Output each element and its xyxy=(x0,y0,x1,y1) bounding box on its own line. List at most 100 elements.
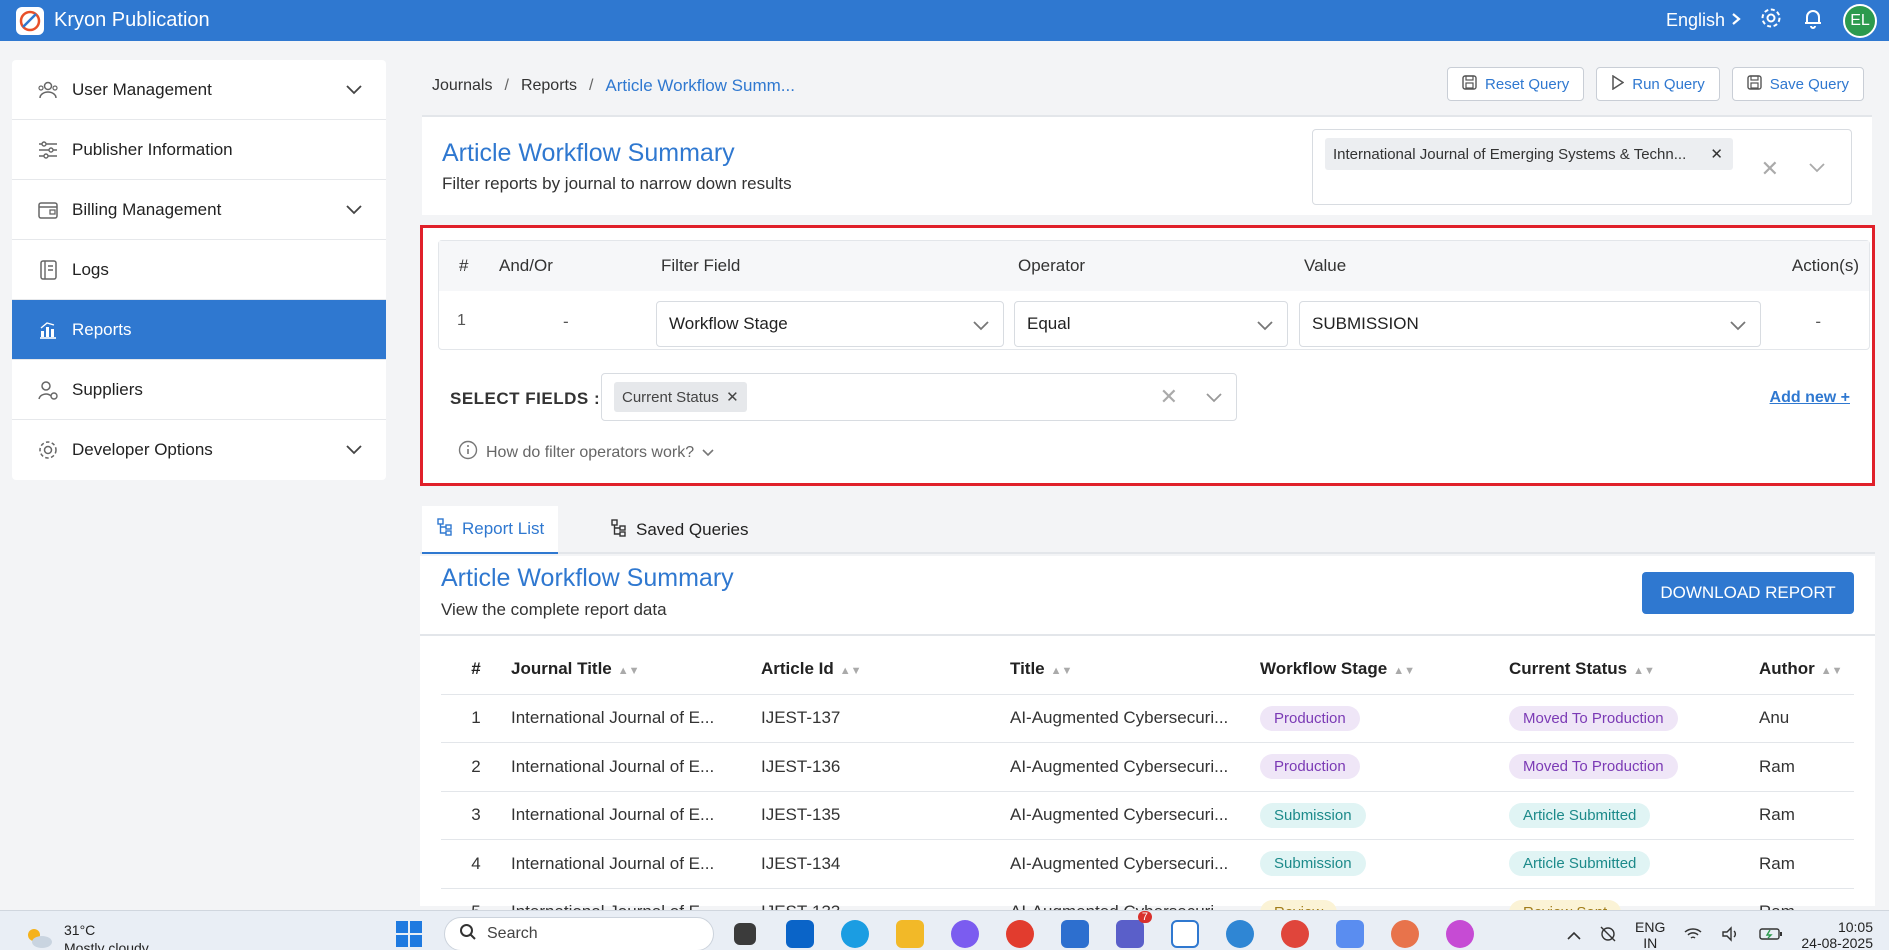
teams-icon[interactable]: 7 xyxy=(1116,911,1152,948)
table-row[interactable]: 4 International Journal of E... IJEST-13… xyxy=(441,839,1854,889)
notebook-icon xyxy=(36,258,60,282)
reset-query-button[interactable]: Reset Query xyxy=(1447,67,1585,101)
cell-author: Ram xyxy=(1759,791,1854,840)
value-dropdown[interactable]: SUBMISSION xyxy=(1299,301,1761,347)
notification-bell-icon[interactable] xyxy=(1801,6,1825,35)
location-off-icon[interactable] xyxy=(1599,925,1617,946)
clear-icon[interactable]: ✕ xyxy=(1160,384,1178,410)
sidebar-item-reports[interactable]: Reports xyxy=(12,300,386,360)
filter-table-header: # And/Or Filter Field Operator Value Act… xyxy=(439,241,1869,291)
chevron-down-icon[interactable] xyxy=(1809,158,1825,178)
chevron-down-icon xyxy=(973,316,989,336)
store-icon[interactable] xyxy=(1061,920,1089,948)
sort-icon[interactable]: ▲▼ xyxy=(840,665,862,677)
col-header-article-id[interactable]: Article Id ▲▼ xyxy=(761,644,1010,695)
copilot-app-icon[interactable] xyxy=(1336,920,1364,948)
save-query-button[interactable]: Save Query xyxy=(1731,67,1864,101)
col-header-num: # xyxy=(441,644,511,695)
run-query-button[interactable]: Run Query xyxy=(1596,67,1720,101)
report-header-card: Article Workflow Summary Filter reports … xyxy=(422,115,1872,215)
filter-field-dropdown[interactable]: Workflow Stage xyxy=(656,301,1004,347)
top-bar: Kryon Publication English EL xyxy=(0,0,1889,41)
wifi-icon[interactable] xyxy=(1683,926,1703,945)
input-language[interactable]: ENG IN xyxy=(1635,919,1665,950)
add-new-link[interactable]: Add new + xyxy=(1770,389,1850,407)
tab-report-list[interactable]: Report List xyxy=(422,506,559,554)
battery-icon[interactable] xyxy=(1759,927,1783,944)
outlook-icon[interactable] xyxy=(786,920,814,948)
sidebar-item-label: Reports xyxy=(72,319,132,339)
sidebar-item-user-management[interactable]: User Management xyxy=(12,60,386,120)
table-row[interactable]: 3 International Journal of E... IJEST-13… xyxy=(441,791,1854,840)
volume-icon[interactable] xyxy=(1721,925,1741,945)
windows-start-icon[interactable] xyxy=(396,921,422,947)
cell-journal: International Journal of E... xyxy=(511,839,761,889)
kryon-app-icon[interactable] xyxy=(1171,920,1199,948)
clock-time: 10:05 xyxy=(1837,919,1873,935)
phone-app-icon[interactable] xyxy=(1226,920,1254,948)
clear-icon[interactable]: ✕ xyxy=(1761,156,1779,182)
settings-gear-icon[interactable] xyxy=(1759,6,1783,35)
user-avatar[interactable]: EL xyxy=(1843,3,1877,38)
sort-icon[interactable]: ▲▼ xyxy=(618,665,640,677)
sidebar-item-logs[interactable]: Logs xyxy=(12,240,386,300)
cell-article-id: IJEST-135 xyxy=(761,791,1010,840)
col-header-title[interactable]: Title ▲▼ xyxy=(1010,644,1260,695)
weather-widget[interactable]: 31°C Mostly cloudy xyxy=(24,921,149,950)
sliders-icon xyxy=(36,138,60,162)
col-header-author[interactable]: Author ▲▼ xyxy=(1759,644,1854,695)
operator-dropdown[interactable]: Equal xyxy=(1014,301,1288,347)
clock[interactable]: 10:05 24-08-2025 xyxy=(1801,919,1873,950)
select-fields-label: SELECT FIELDS : xyxy=(450,389,601,408)
file-explorer-icon[interactable] xyxy=(896,920,924,948)
chevron-down-icon xyxy=(1730,316,1746,336)
cell-journal: International Journal of E... xyxy=(511,742,761,792)
sidebar-item-developer-options[interactable]: Developer Options xyxy=(12,420,386,480)
col-header-workflow-stage[interactable]: Workflow Stage ▲▼ xyxy=(1260,644,1509,695)
sidebar-item-publisher-information[interactable]: Publisher Information xyxy=(12,120,386,180)
chevron-down-icon[interactable] xyxy=(346,80,362,100)
sidebar-item-suppliers[interactable]: Suppliers xyxy=(12,360,386,420)
cell-author: Ram xyxy=(1759,742,1854,792)
chevron-down-icon[interactable] xyxy=(1206,388,1222,408)
sort-icon[interactable]: ▲▼ xyxy=(1633,665,1655,677)
breadcrumb-reports[interactable]: Reports xyxy=(521,77,577,95)
edge-browser-icon[interactable] xyxy=(841,920,869,948)
table-row[interactable]: 2 International Journal of E... IJEST-13… xyxy=(441,742,1854,792)
reset-query-label: Reset Query xyxy=(1485,75,1570,93)
journal-filter-select[interactable]: International Journal of Emerging System… xyxy=(1312,129,1852,205)
chevron-down-icon[interactable] xyxy=(346,440,362,460)
table-row[interactable]: 1 International Journal of E... IJEST-13… xyxy=(441,694,1854,743)
sparkle-app-icon[interactable] xyxy=(1391,920,1419,948)
copilot-icon[interactable] xyxy=(951,920,979,948)
cell-num: 4 xyxy=(441,839,511,889)
chip-remove-icon[interactable]: ✕ xyxy=(1710,145,1723,163)
chip-remove-icon[interactable]: ✕ xyxy=(726,388,739,406)
sort-icon[interactable]: ▲▼ xyxy=(1821,665,1843,677)
chevron-down-icon xyxy=(1257,316,1273,336)
sidebar-item-billing-management[interactable]: Billing Management xyxy=(12,180,386,240)
select-fields-input[interactable]: Current Status ✕ ✕ xyxy=(601,373,1237,421)
floppy-disk-icon xyxy=(1462,74,1477,94)
breadcrumb-separator: / xyxy=(504,77,509,94)
sidebar-item-label: Suppliers xyxy=(72,379,143,399)
taskbar-search[interactable]: Search xyxy=(444,917,714,950)
chrome-profile-icon[interactable] xyxy=(1281,920,1309,948)
chrome-profile-2-icon[interactable] xyxy=(1446,920,1474,948)
stage-badge: Submission xyxy=(1260,802,1366,828)
language-selector[interactable]: English xyxy=(1666,10,1741,31)
app-logo-icon[interactable] xyxy=(16,6,44,35)
col-header-current-status[interactable]: Current Status ▲▼ xyxy=(1509,644,1759,695)
chevron-up-icon[interactable] xyxy=(1567,927,1581,943)
sort-icon[interactable]: ▲▼ xyxy=(1393,665,1415,677)
col-header-journal-title[interactable]: Journal Title ▲▼ xyxy=(511,644,761,695)
chrome-browser-icon[interactable] xyxy=(1006,920,1034,948)
sort-icon[interactable]: ▲▼ xyxy=(1051,665,1073,677)
task-view-icon[interactable] xyxy=(734,923,756,945)
download-report-button[interactable]: DOWNLOAD REPORT xyxy=(1642,572,1854,614)
tab-saved-queries[interactable]: Saved Queries xyxy=(596,506,762,554)
filter-help-toggle[interactable]: How do filter operators work? xyxy=(458,440,714,465)
breadcrumb-journals[interactable]: Journals xyxy=(432,77,492,95)
chevron-down-icon[interactable] xyxy=(346,200,362,220)
cell-article-id: IJEST-134 xyxy=(761,839,1010,889)
